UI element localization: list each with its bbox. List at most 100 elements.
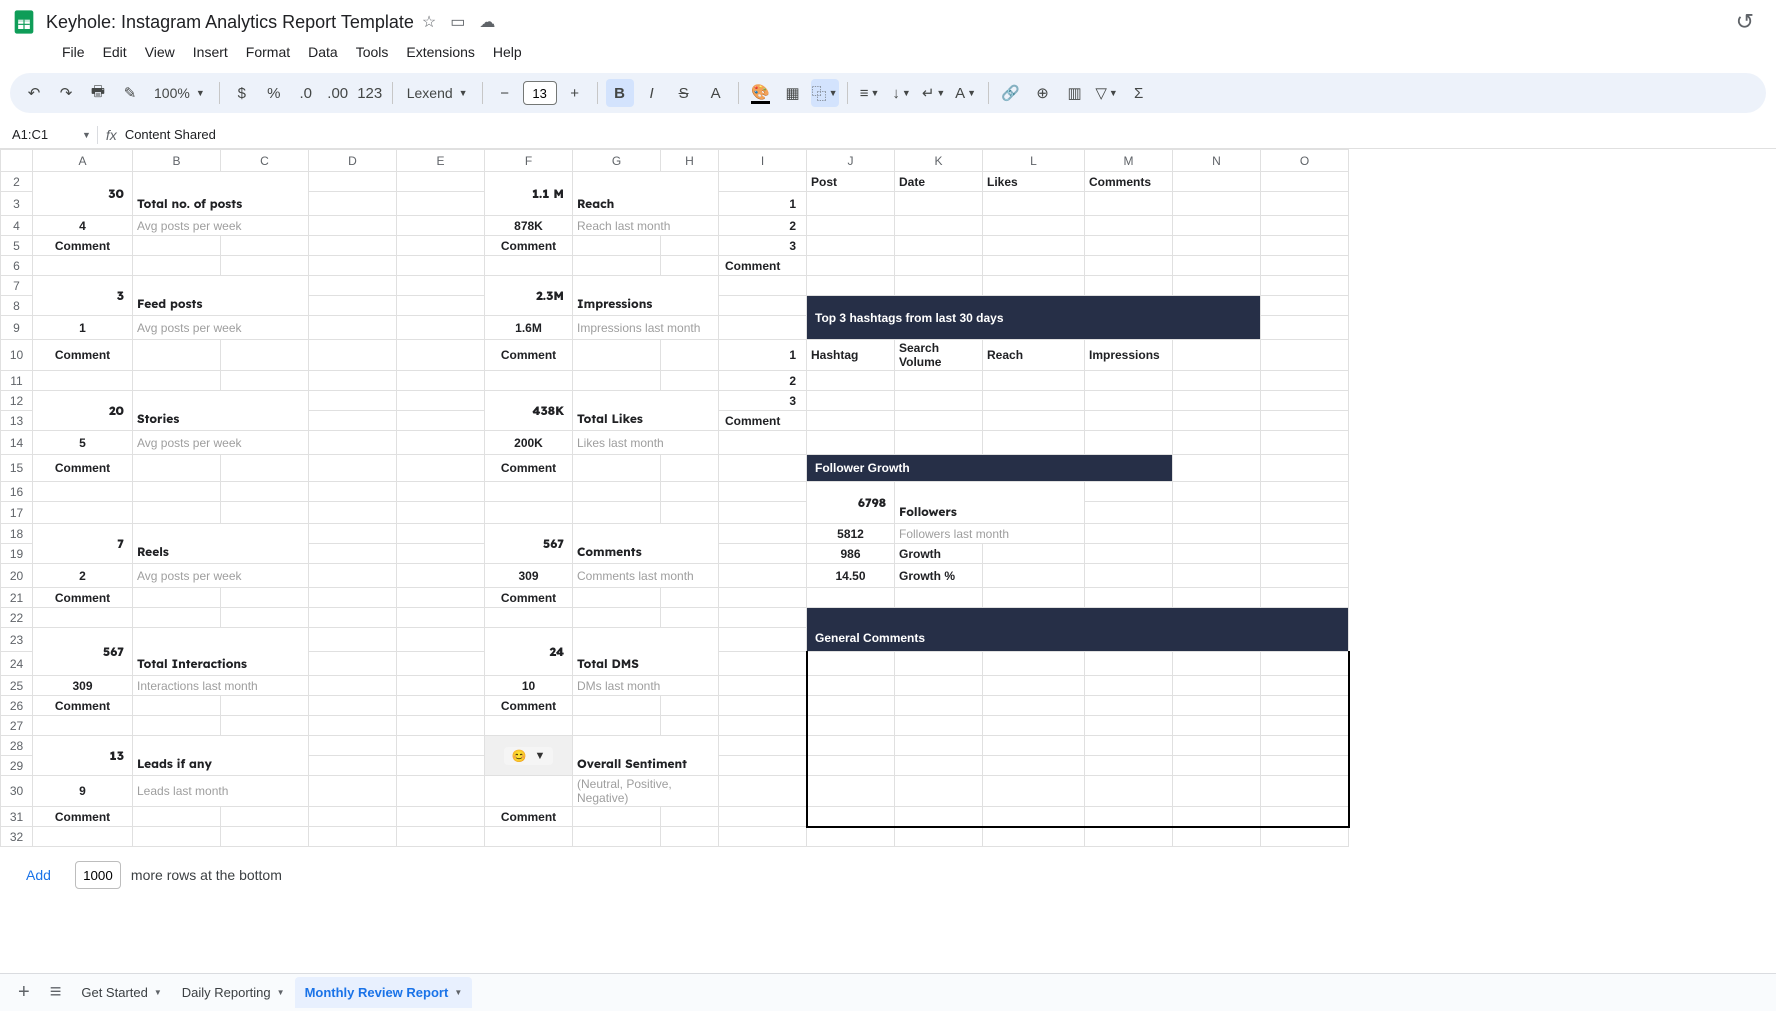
cell-K16[interactable]: Followers (895, 482, 1085, 524)
cell-D13[interactable] (309, 411, 397, 431)
cell-E10[interactable] (397, 340, 485, 371)
cell-D29[interactable] (309, 756, 397, 776)
cell-I13[interactable]: Comment (719, 411, 807, 431)
cell-D17[interactable] (309, 502, 397, 524)
percent-button[interactable]: % (260, 79, 288, 107)
cell-N15[interactable] (1173, 455, 1261, 482)
cell-N10[interactable] (1173, 340, 1261, 371)
cell-E18[interactable] (397, 524, 485, 544)
cell-A28[interactable]: 13 (33, 736, 133, 776)
cell-B17[interactable] (133, 502, 221, 524)
cell-A31[interactable]: Comment (33, 807, 133, 827)
cell-A26[interactable]: Comment (33, 696, 133, 716)
menu-file[interactable]: File (54, 40, 93, 64)
cell-F20[interactable]: 309 (485, 564, 573, 588)
cell-L6[interactable] (983, 256, 1085, 276)
cell-I5[interactable]: 3 (719, 236, 807, 256)
cell-H6[interactable] (661, 256, 719, 276)
cell-C6[interactable] (221, 256, 309, 276)
cell-G25[interactable]: DMs last month (573, 676, 719, 696)
cell-O17[interactable] (1261, 502, 1349, 524)
cell-D20[interactable] (309, 564, 397, 588)
cell-A20[interactable]: 2 (33, 564, 133, 588)
cell-H10[interactable] (661, 340, 719, 371)
cell-C21[interactable] (221, 588, 309, 608)
cell-B11[interactable] (133, 371, 221, 391)
cell-G27[interactable] (573, 716, 661, 736)
cell-J7[interactable] (807, 276, 895, 296)
borders-button[interactable]: ▦ (779, 79, 807, 107)
cell-B4[interactable]: Avg posts per week (133, 216, 309, 236)
cell-N20[interactable] (1173, 564, 1261, 588)
cell-A30[interactable]: 9 (33, 776, 133, 807)
cell-K24[interactable] (895, 652, 983, 676)
cell-I23[interactable] (719, 628, 807, 652)
cell-H21[interactable] (661, 588, 719, 608)
cell-D10[interactable] (309, 340, 397, 371)
cell-F30[interactable] (485, 776, 573, 807)
cell-E9[interactable] (397, 316, 485, 340)
cell-A7[interactable]: 3 (33, 276, 133, 316)
cell-O6[interactable] (1261, 256, 1349, 276)
cell-A17[interactable] (33, 502, 133, 524)
cell-B30[interactable]: Leads last month (133, 776, 309, 807)
cell-D6[interactable] (309, 256, 397, 276)
cell-E14[interactable] (397, 431, 485, 455)
cell-J20[interactable]: 14.50 (807, 564, 895, 588)
cell-F23[interactable]: 24 (485, 628, 573, 676)
cell-N12[interactable] (1173, 391, 1261, 411)
cell-G32[interactable] (573, 827, 661, 847)
cell-K2[interactable]: Date (895, 172, 983, 192)
cell-I8[interactable] (719, 296, 807, 316)
cell-M18[interactable] (1085, 524, 1173, 544)
cell-O26[interactable] (1261, 696, 1349, 716)
cell-M31[interactable] (1085, 807, 1173, 827)
cell-D23[interactable] (309, 628, 397, 652)
cell-I22[interactable] (719, 608, 807, 628)
cell-M27[interactable] (1085, 716, 1173, 736)
cell-E22[interactable] (397, 608, 485, 628)
cell-G10[interactable] (573, 340, 661, 371)
cell-A2[interactable]: 30 (33, 172, 133, 216)
col-header-O[interactable]: O (1261, 150, 1349, 172)
cell-G21[interactable] (573, 588, 661, 608)
cell-F17[interactable] (485, 502, 573, 524)
cell-A5[interactable]: Comment (33, 236, 133, 256)
cell-O3[interactable] (1261, 192, 1349, 216)
currency-button[interactable]: $ (228, 79, 256, 107)
cell-J25[interactable] (807, 676, 895, 696)
cell-I11[interactable]: 2 (719, 371, 807, 391)
cell-N3[interactable] (1173, 192, 1261, 216)
cell-L21[interactable] (983, 588, 1085, 608)
cell-C31[interactable] (221, 807, 309, 827)
cell-F9[interactable]: 1.6M (485, 316, 573, 340)
cell-H16[interactable] (661, 482, 719, 502)
cell-J16[interactable]: 6798 (807, 482, 895, 524)
cell-E17[interactable] (397, 502, 485, 524)
cell-C17[interactable] (221, 502, 309, 524)
cell-G23[interactable]: Total DMS (573, 628, 719, 676)
cell-B23[interactable]: Total Interactions (133, 628, 309, 676)
cell-I16[interactable] (719, 482, 807, 502)
cell-L12[interactable] (983, 391, 1085, 411)
cell-B6[interactable] (133, 256, 221, 276)
cell-K25[interactable] (895, 676, 983, 696)
cell-K13[interactable] (895, 411, 983, 431)
cell-M5[interactable] (1085, 236, 1173, 256)
cell-E26[interactable] (397, 696, 485, 716)
cell-D21[interactable] (309, 588, 397, 608)
cell-D26[interactable] (309, 696, 397, 716)
wrap-button[interactable]: ↵▼ (920, 79, 948, 107)
cell-I20[interactable] (719, 564, 807, 588)
menu-extensions[interactable]: Extensions (398, 40, 482, 64)
cell-L25[interactable] (983, 676, 1085, 696)
cell-L11[interactable] (983, 371, 1085, 391)
cell-K21[interactable] (895, 588, 983, 608)
cell-M28[interactable] (1085, 736, 1173, 756)
cell-G26[interactable] (573, 696, 661, 716)
cell-I28[interactable] (719, 736, 807, 756)
cell-K10[interactable]: Search Volume (895, 340, 983, 371)
col-header-M[interactable]: M (1085, 150, 1173, 172)
cell-L2[interactable]: Likes (983, 172, 1085, 192)
cell-O9[interactable] (1261, 316, 1349, 340)
